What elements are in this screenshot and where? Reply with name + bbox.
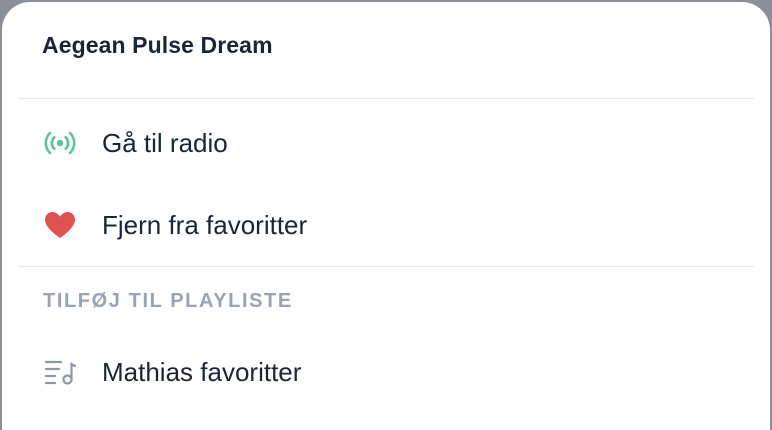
divider (18, 98, 754, 99)
sheet-header: Aegean Pulse Dream (2, 2, 770, 98)
go-to-radio-label: Gå til radio (102, 127, 228, 158)
playlist-icon (42, 354, 78, 390)
heart-icon (42, 207, 78, 243)
remove-favorite-label: Fjern fra favoritter (102, 209, 308, 240)
track-title: Aegean Pulse Dream (42, 31, 273, 58)
remove-favorite-button[interactable]: Fjern fra favoritter (2, 184, 770, 266)
context-menu-sheet: Aegean Pulse Dream Gå til radio Fjern fr… (2, 2, 770, 430)
playlist-item-mathias-favoritter[interactable]: Mathias favoritter (2, 331, 770, 413)
radio-broadcast-icon (42, 125, 78, 161)
add-to-playlist-heading: TILFØJ TIL PLAYLISTE (43, 289, 293, 312)
playlist-item-label: Mathias favoritter (102, 356, 302, 387)
go-to-radio-button[interactable]: Gå til radio (2, 102, 770, 184)
